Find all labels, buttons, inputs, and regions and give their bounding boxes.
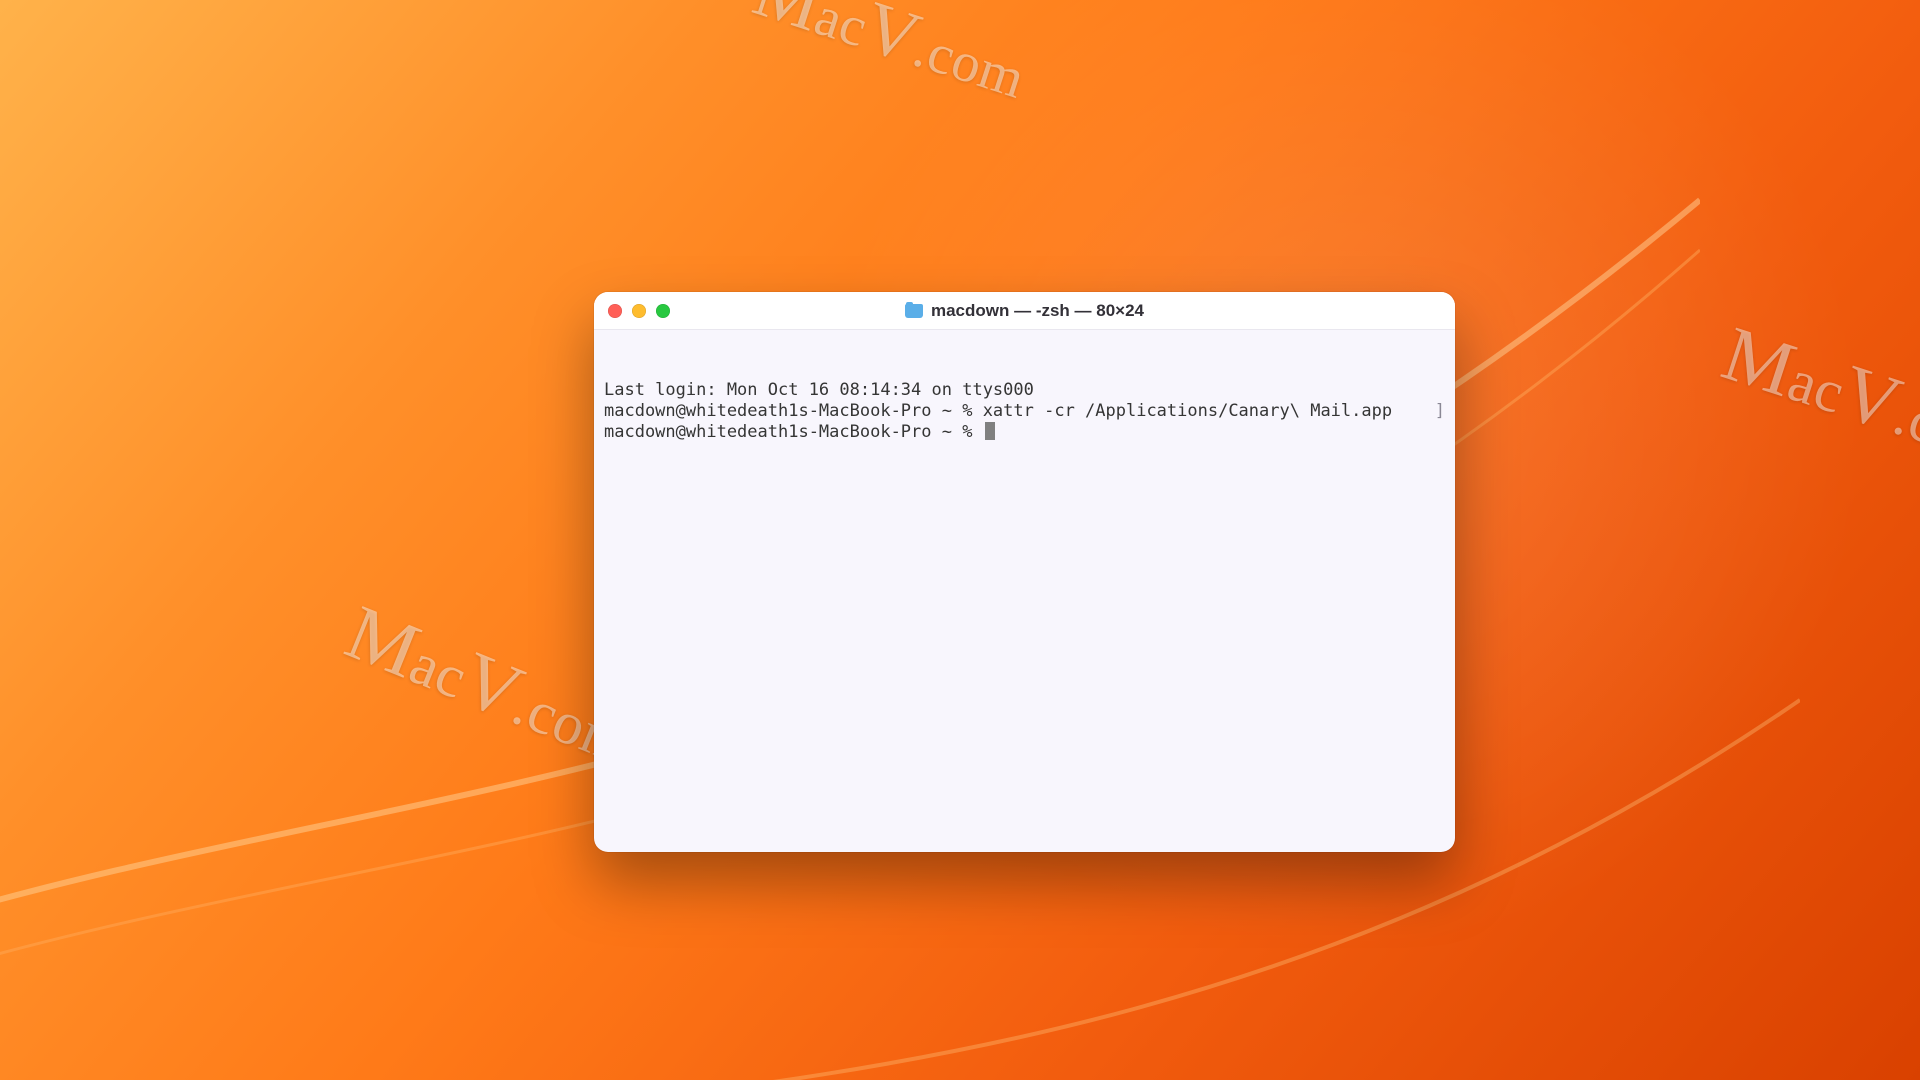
terminal-prompt[interactable]: macdown@whitedeath1s-MacBook-Pro ~ % <box>604 422 1445 443</box>
maximize-button[interactable] <box>656 304 670 318</box>
terminal-line-login: Last login: Mon Oct 16 08:14:34 on ttys0… <box>604 380 1445 401</box>
cursor <box>985 422 995 440</box>
close-button[interactable] <box>608 304 622 318</box>
minimize-button[interactable] <box>632 304 646 318</box>
folder-icon <box>905 304 923 318</box>
window-controls <box>608 304 670 318</box>
terminal-line-command: macdown@whitedeath1s-MacBook-Pro ~ % xat… <box>604 401 1445 422</box>
terminal-window[interactable]: macdown — -zsh — 80×24 Last login: Mon O… <box>594 292 1455 852</box>
window-title: macdown — -zsh — 80×24 <box>931 301 1144 321</box>
terminal-body[interactable]: Last login: Mon Oct 16 08:14:34 on ttys0… <box>594 330 1455 493</box>
window-titlebar[interactable]: macdown — -zsh — 80×24 <box>594 292 1455 330</box>
